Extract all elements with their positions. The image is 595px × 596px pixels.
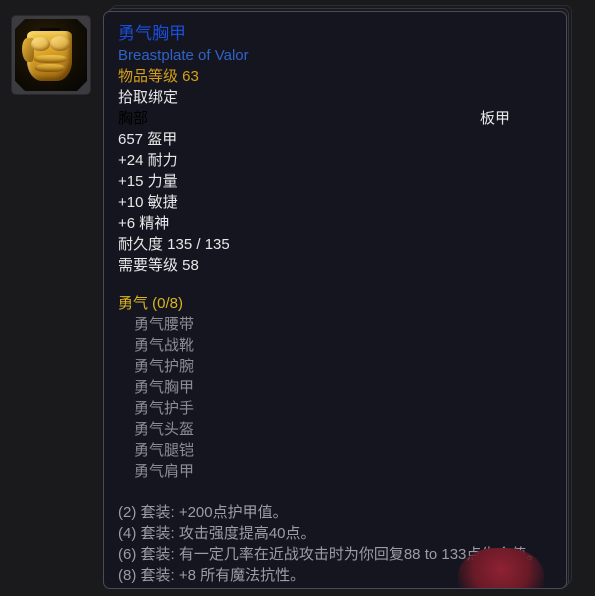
item-stat-spirit: +6 精神: [118, 215, 170, 232]
item-level: 物品等级 63: [118, 68, 199, 85]
set-bonus-8-piece: (8) 套装: +8 所有魔法抗性。: [118, 567, 306, 584]
item-icon-frame[interactable]: [12, 16, 90, 94]
breastplate-pec-right-shape: [50, 36, 70, 52]
set-piece-item: 勇气肩甲: [134, 463, 195, 480]
spacer-before-bonuses: [118, 482, 552, 502]
plate-breastplate-icon: [15, 19, 87, 91]
breastplate-pec-left-shape: [30, 37, 50, 52]
item-tooltip-content: 勇气胸甲 Breastplate of Valor 物品等级 63 拾取绑定 胸…: [104, 12, 566, 588]
item-durability: 耐久度 135 / 135: [118, 236, 230, 253]
set-piece-item: 勇气腿铠: [134, 442, 195, 459]
set-bonus-6-piece: (6) 套装: 有一定几率在近战攻击时为你回复88 to 133点生命值。: [118, 546, 542, 563]
set-bonus-4-piece: (4) 套装: 攻击强度提高40点。: [118, 525, 316, 542]
item-tooltip: 勇气胸甲 Breastplate of Valor 物品等级 63 拾取绑定 胸…: [103, 11, 567, 589]
item-bind-type: 拾取绑定: [118, 89, 179, 106]
item-armor-type: 板甲: [479, 110, 510, 127]
item-icon-bevel: [15, 19, 87, 91]
breastplate-abdomen-upper-shape: [33, 55, 67, 63]
spacer-before-set: [118, 276, 552, 293]
item-stat-stamina: +24 耐力: [118, 152, 178, 169]
item-armor-value: 657 盔甲: [118, 131, 178, 148]
set-bonus-2-piece: (2) 套装: +200点护甲值。: [118, 504, 288, 521]
set-piece-item: 勇气战靴: [134, 337, 195, 354]
set-piece-item: 勇气腰带: [134, 316, 195, 333]
set-piece-item: 勇气头盔: [134, 421, 195, 438]
set-name: 勇气 (0/8): [118, 295, 184, 312]
item-required-level: 需要等级 58: [118, 257, 199, 274]
item-title: 勇气胸甲: [118, 24, 186, 43]
set-piece-item: 勇气胸甲: [134, 379, 195, 396]
item-slot-row: 胸部 板甲: [118, 108, 552, 129]
set-piece-item: 勇气护手: [134, 400, 195, 417]
item-stat-strength: +15 力量: [118, 173, 178, 190]
breastplate-abdomen-lower-shape: [35, 64, 66, 73]
item-slot: 胸部: [118, 110, 149, 127]
item-subtitle: Breastplate of Valor: [118, 47, 249, 64]
page-background: 勇气胸甲 Breastplate of Valor 物品等级 63 拾取绑定 胸…: [0, 0, 595, 596]
item-stat-agility: +10 敏捷: [118, 194, 178, 211]
set-piece-item: 勇气护腕: [134, 358, 195, 375]
